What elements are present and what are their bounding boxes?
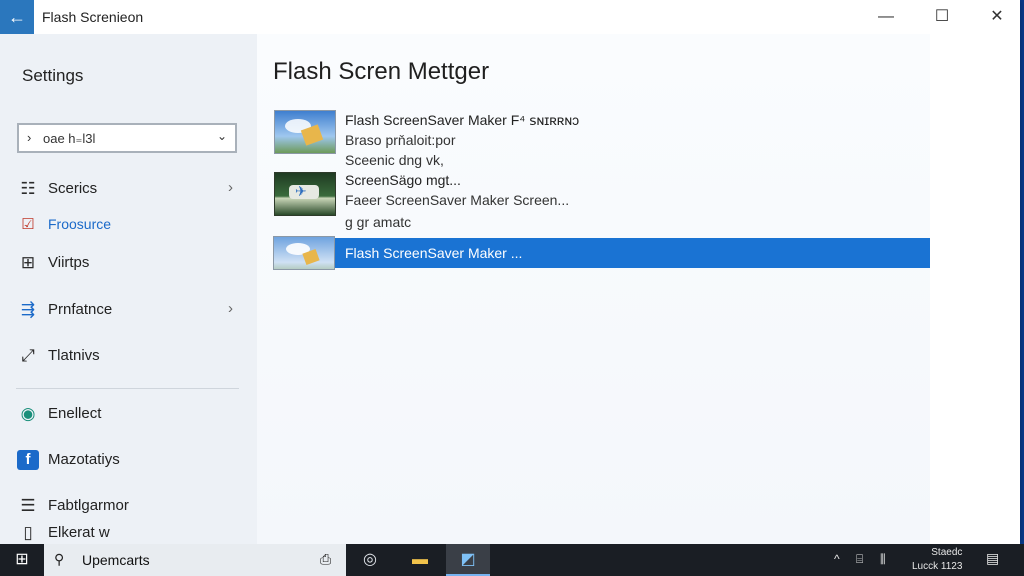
sidebar: Settings › oae h₌l3l ⌄ ☷ Scerics › ☑ Fro…	[0, 34, 257, 544]
list-item[interactable]: ✈ ScreenSägo mgt... Faeer ScreenSaver Ma…	[273, 170, 930, 232]
sidebar-item-label: Tlatnivs	[48, 347, 100, 364]
search-box[interactable]: › oae h₌l3l ⌄	[17, 123, 237, 153]
sidebar-item-fabtlgarmor[interactable]: ☰ Fabtlgarmor	[0, 491, 257, 521]
sidebar-item-scerics[interactable]: ☷ Scerics ›	[0, 174, 257, 204]
taskbar-search-input[interactable]: Upemcarts	[82, 552, 150, 568]
app-thumbnail	[273, 236, 335, 270]
clock-line1: Staedc	[931, 547, 963, 558]
taskbar: ⊞ ⚲ Upemcarts ⎙ ◎ ▬ ◩ ^ ⌸ ⫼ Staedc Lucck…	[0, 544, 1024, 576]
app-thumbnail	[274, 110, 336, 154]
task-view-icon[interactable]: ◎	[348, 544, 392, 576]
app-detail: g gr amatc	[345, 214, 412, 230]
sidebar-item-mazotatiys[interactable]: f Mazotatiys	[0, 445, 257, 475]
app-detail: Braso prňaloit:por	[345, 132, 456, 148]
search-icon: ⚲	[54, 551, 65, 567]
network-icon[interactable]: ⌸	[856, 552, 863, 567]
sidebar-item-label: Mazotatiys	[48, 451, 120, 468]
start-button[interactable]: ⊞	[0, 544, 44, 576]
app-thumbnail: ✈	[274, 172, 336, 216]
display-icon: ☷	[20, 179, 36, 198]
sidebar-title: Settings	[22, 66, 84, 85]
taskbar-search[interactable]: ⚲ Upemcarts ⎙	[44, 544, 346, 576]
minimize-button[interactable]: —	[858, 0, 914, 34]
clock[interactable]: Staedc Lucck 1123	[912, 546, 962, 574]
sidebar-item-label: Froosurce	[48, 216, 112, 232]
list-item[interactable]: Flash ScreenSaver Maker F⁴ ꜱɴɪʀʀɴɔ Braso…	[273, 110, 930, 172]
network-icon: ⇶	[20, 300, 36, 319]
document-icon: ☰	[20, 496, 36, 515]
chevron-right-icon: ›	[228, 300, 233, 317]
sidebar-item-elkerat[interactable]: ▯ Elkerat w	[0, 518, 257, 544]
sidebar-item-prnfatnce[interactable]: ⇶ Prnfatnce ›	[0, 295, 257, 325]
list-item-selected[interactable]: Flash ScreenSaver Maker ...	[273, 236, 930, 270]
checkbox-icon: ☑	[21, 216, 35, 233]
volume-icon[interactable]: ⫼	[880, 552, 886, 567]
title-bar: ← Flash Screnieon — ☐ ✕	[0, 0, 1020, 34]
sidebar-item-label: Elkerat w	[48, 524, 110, 541]
sidebar-item-viirtps[interactable]: ⊞ Viirtps	[0, 248, 257, 278]
chevron-right-icon: ›	[228, 179, 233, 196]
sidebar-item-label: Enellect	[48, 405, 102, 422]
sidebar-item-label: Viirtps	[48, 254, 90, 271]
microphone-icon[interactable]: ⎙	[320, 551, 331, 568]
notification-icon[interactable]: ▤	[986, 550, 999, 567]
clock-line2: Lucck 1123	[912, 561, 963, 572]
back-arrow-icon: ←	[8, 7, 26, 27]
app-name: ScreenSägo mgt...	[345, 172, 461, 188]
expand-icon: ⤢	[21, 346, 35, 365]
facebook-icon: f	[17, 450, 39, 470]
maximize-button[interactable]: ☐	[914, 0, 970, 34]
search-icon: ›	[27, 130, 32, 145]
screensaver-app-icon[interactable]: ◩	[446, 544, 490, 576]
file-explorer-icon[interactable]: ▬	[398, 544, 442, 576]
app-detail: Faeer ScreenSaver Maker Screen...	[345, 192, 570, 208]
page-icon: ▯	[23, 523, 33, 542]
search-input[interactable]: oae h₌l3l	[43, 131, 95, 147]
app-detail: Sceenic dng vk,	[345, 152, 444, 168]
sidebar-divider	[16, 388, 239, 389]
settings-window: ← Flash Screnieon — ☐ ✕ Settings › oae h…	[0, 0, 1020, 544]
app-name: Flash ScreenSaver Maker ...	[345, 245, 523, 261]
sidebar-item-label: Prnfatnce	[48, 301, 113, 318]
circle-icon: ◉	[20, 404, 36, 423]
sidebar-item-tlatnivs[interactable]: ⤢ Tlatnivs	[0, 341, 257, 371]
sidebar-item-enellect[interactable]: ◉ Enellect	[0, 399, 257, 429]
grid-icon: ⊞	[20, 253, 36, 272]
sidebar-item-label: Scerics	[48, 180, 98, 197]
sidebar-item-froosurce[interactable]: ☑ Froosurce	[0, 210, 257, 240]
window-title: Flash Screnieon	[42, 9, 144, 25]
main-panel: Flash Scren Mettger Flash ScreenSaver Ma…	[257, 34, 930, 544]
chevron-down-icon[interactable]: ⌄	[217, 129, 227, 143]
back-button[interactable]: ←	[0, 0, 34, 34]
close-button[interactable]: ✕	[969, 0, 1020, 34]
sidebar-item-label: Fabtlgarmor	[48, 497, 129, 514]
page-title: Flash Scren Mettger	[273, 58, 490, 85]
app-name: Flash ScreenSaver Maker F⁴ ꜱɴɪʀʀɴɔ	[345, 112, 580, 128]
tray-overflow-icon[interactable]: ^	[834, 552, 840, 566]
